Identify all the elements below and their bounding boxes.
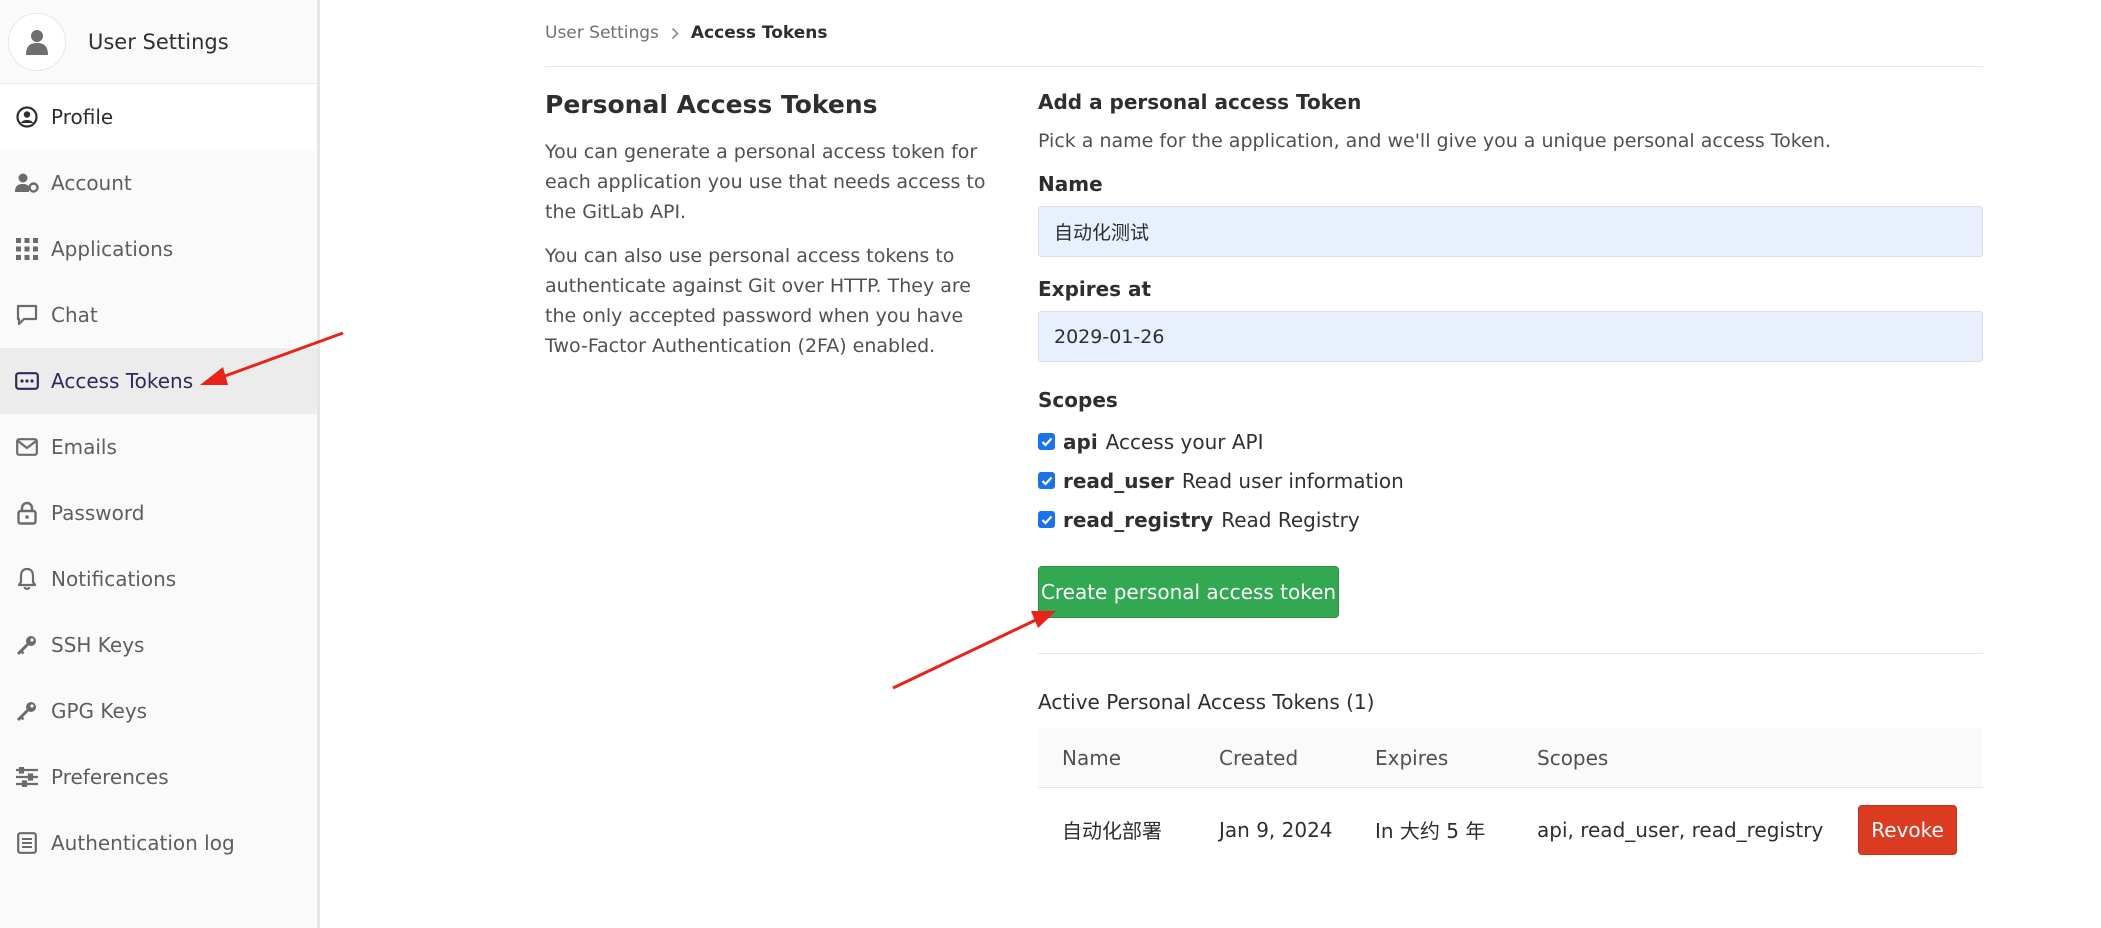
- sidebar-item-chat[interactable]: Chat: [0, 282, 317, 348]
- sidebar-item-label: Preferences: [51, 765, 169, 789]
- table-row: 自动化部署 Jan 9, 2024 In 大约 5 年 api, read_us…: [1038, 788, 1983, 871]
- token-form-section: Add a personal access Token Pick a name …: [1038, 90, 1983, 871]
- sidebar-item-label: Profile: [51, 105, 114, 129]
- sidebar-header: User Settings: [0, 0, 317, 84]
- main-content: User Settings Access Tokens Personal Acc…: [545, 0, 1983, 855]
- sliders-icon: [14, 764, 40, 790]
- active-tokens-table: Name Created Expires Scopes 自动化部署 Jan 9,…: [1038, 728, 1983, 871]
- token-name-input[interactable]: 自动化测试: [1038, 206, 1983, 257]
- expires-label: Expires at: [1038, 277, 1152, 301]
- token-expires-cell: In 大约 5 年: [1375, 819, 1486, 843]
- expires-at-value: 2029-01-26: [1054, 325, 1165, 348]
- intro-section: Personal Access Tokens You can generate …: [545, 90, 995, 375]
- token-created-cell: Jan 9, 2024: [1219, 817, 1333, 842]
- scope-option-read-registry[interactable]: read_registry Read Registry: [1038, 500, 1983, 539]
- sidebar-item-notifications[interactable]: Notifications: [0, 546, 317, 612]
- scope-description: Read Registry: [1221, 507, 1360, 532]
- name-label: Name: [1038, 172, 1103, 196]
- column-header: Created: [1219, 745, 1299, 770]
- chat-icon: [14, 302, 40, 328]
- sidebar-item-label: Account: [51, 171, 132, 195]
- sidebar-title: User Settings: [88, 29, 229, 54]
- scope-name: read_registry: [1063, 507, 1214, 532]
- user-icon: [26, 29, 48, 55]
- active-tokens-title: Active Personal Access Tokens (1): [1038, 690, 1375, 714]
- expires-at-input[interactable]: 2029-01-26: [1038, 311, 1983, 362]
- avatar[interactable]: [8, 12, 66, 71]
- token-name-value: 自动化测试: [1054, 222, 1150, 244]
- page-title: Personal Access Tokens: [545, 90, 878, 119]
- scope-name: api: [1063, 429, 1098, 454]
- column-header: Scopes: [1537, 745, 1609, 770]
- applications-icon: [14, 236, 40, 262]
- sidebar-item-profile[interactable]: Profile: [0, 84, 317, 150]
- intro-paragraph: You can generate a personal access token…: [545, 141, 986, 223]
- intro-paragraph: You can also use personal access tokens …: [545, 245, 971, 357]
- column-header: Expires: [1375, 745, 1449, 770]
- checkbox-checked-icon[interactable]: [1038, 472, 1055, 489]
- key-icon: [14, 698, 40, 724]
- sidebar-item-emails[interactable]: Emails: [0, 414, 317, 480]
- account-icon: [14, 170, 40, 196]
- log-icon: [14, 830, 40, 856]
- sidebar-item-label: SSH Keys: [51, 633, 145, 657]
- scope-option-api[interactable]: api Access your API: [1038, 422, 1983, 461]
- sidebar-item-account[interactable]: Account: [0, 150, 317, 216]
- sidebar-item-label: GPG Keys: [51, 699, 148, 723]
- bell-icon: [14, 566, 40, 592]
- sidebar-item-label: Chat: [51, 303, 98, 327]
- revoke-button[interactable]: Revoke: [1858, 804, 1957, 855]
- profile-icon: [14, 104, 40, 130]
- sidebar-item-preferences[interactable]: Preferences: [0, 744, 317, 810]
- create-token-button[interactable]: Create personal access token: [1038, 566, 1339, 618]
- key-icon: [14, 632, 40, 658]
- token-name-cell: 自动化部署: [1062, 819, 1162, 843]
- sidebar-item-gpg-keys[interactable]: GPG Keys: [0, 678, 317, 744]
- token-icon: [14, 368, 40, 394]
- scope-description: Read user information: [1181, 468, 1404, 493]
- scope-name: read_user: [1063, 468, 1174, 493]
- checkbox-checked-icon[interactable]: [1038, 433, 1055, 450]
- sidebar-item-label: Notifications: [51, 567, 177, 591]
- envelope-icon: [14, 434, 40, 460]
- table-header: Name Created Expires Scopes: [1038, 728, 1983, 788]
- sidebar-item-label: Applications: [51, 237, 174, 261]
- scope-option-read-user[interactable]: read_user Read user information: [1038, 461, 1983, 500]
- sidebar-item-label: Authentication log: [51, 831, 235, 855]
- form-hint: Pick a name for the application, and we'…: [1038, 130, 1831, 152]
- sidebar-item-applications[interactable]: Applications: [0, 216, 317, 282]
- lock-icon: [14, 500, 40, 526]
- sidebar-item-label: Emails: [51, 435, 117, 459]
- sidebar-item-authentication-log[interactable]: Authentication log: [0, 810, 317, 876]
- token-scopes-cell: api, read_user, read_registry: [1537, 817, 1824, 842]
- sidebar-item-label: Access Tokens: [51, 369, 194, 393]
- breadcrumb: User Settings Access Tokens: [545, 0, 1983, 67]
- checkbox-checked-icon[interactable]: [1038, 511, 1055, 528]
- breadcrumb-parent-link[interactable]: User Settings: [545, 23, 659, 43]
- sidebar-item-label: Password: [51, 501, 145, 525]
- sidebar-nav: Profile Account Applications Chat Access…: [0, 84, 317, 876]
- sidebar-item-password[interactable]: Password: [0, 480, 317, 546]
- sidebar-item-ssh-keys[interactable]: SSH Keys: [0, 612, 317, 678]
- scopes-label: Scopes: [1038, 388, 1118, 412]
- divider: [1038, 653, 1983, 654]
- breadcrumb-current[interactable]: Access Tokens: [691, 23, 828, 43]
- column-header: Name: [1062, 745, 1122, 770]
- sidebar: User Settings Profile Account Applicatio…: [0, 0, 320, 928]
- annotation-arrow: [892, 611, 1056, 690]
- sidebar-item-access-tokens[interactable]: Access Tokens: [0, 348, 317, 414]
- chevron-right-icon: [671, 27, 679, 40]
- scope-description: Access your API: [1105, 429, 1264, 454]
- form-heading: Add a personal access Token: [1038, 90, 1362, 114]
